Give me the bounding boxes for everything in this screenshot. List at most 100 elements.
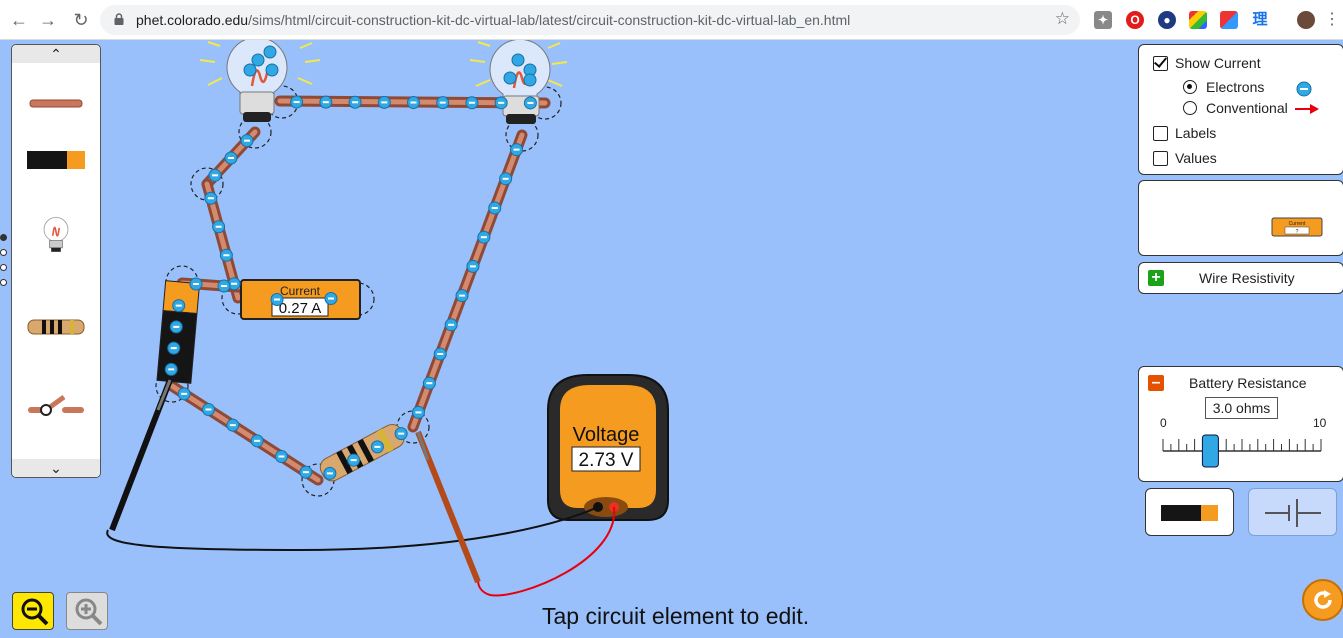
address-bar[interactable]: phet.colorado.edu/sims/html/circuit-cons…: [100, 5, 1080, 35]
dictionary-extension-icon[interactable]: 理: [1251, 11, 1269, 29]
electron-minus: [207, 197, 214, 200]
battery-icon: [1161, 505, 1218, 521]
battery-resistance-value: 3.0 ohms: [1205, 397, 1278, 419]
reset-all-button[interactable]: [1302, 579, 1343, 621]
zoom-in-button[interactable]: [66, 592, 108, 630]
zoom-in-icon: [75, 598, 103, 626]
electrons-label: Electrons: [1206, 79, 1265, 95]
electron-minus: [231, 282, 238, 285]
electron-minus: [278, 455, 285, 458]
electron-minus: [502, 177, 509, 180]
page-dot[interactable]: [0, 279, 7, 286]
electrons-radio[interactable]: [1183, 80, 1197, 94]
collapse-minus-icon[interactable]: –: [1148, 375, 1164, 391]
battery-resistance-slider[interactable]: [1157, 429, 1327, 469]
electron-minus: [173, 325, 180, 328]
toolbox-down-button[interactable]: ⌄: [12, 459, 100, 477]
mini-ammeter-title: Current: [1289, 221, 1306, 227]
red-probe[interactable]: [415, 430, 481, 584]
zoom-out-button[interactable]: [12, 592, 54, 630]
electron-minus: [254, 439, 261, 442]
page-dot[interactable]: [0, 264, 7, 271]
electron-minus: [498, 101, 505, 104]
labels-checkbox[interactable]: [1153, 125, 1168, 141]
pdf-extension-icon[interactable]: ✦: [1094, 11, 1112, 29]
ammeter-value: 0.27 A: [279, 300, 322, 317]
color-extension-icon[interactable]: [1189, 11, 1207, 29]
battery-resistance-label: Battery Resistance: [1189, 375, 1307, 391]
conventional-label: Conventional: [1206, 100, 1288, 116]
page-dot[interactable]: [0, 249, 7, 256]
electron-minus: [175, 304, 182, 307]
wire-resistivity-panel[interactable]: + Wire Resistivity: [1138, 262, 1343, 294]
electron-minus: [228, 157, 234, 159]
electron-minus: [459, 294, 466, 297]
wire-icon[interactable]: [26, 85, 86, 125]
profile-avatar[interactable]: [1297, 11, 1315, 29]
hint-text: Tap circuit element to edit.: [542, 603, 810, 629]
values-checkbox[interactable]: [1153, 150, 1168, 166]
battery-resistance-panel: – Battery Resistance 3.0 ohms 0 10: [1138, 366, 1343, 482]
wire: [169, 383, 321, 483]
voltmeter[interactable]: Voltage 2.73 V: [547, 374, 669, 521]
url-text: phet.colorado.edu/sims/html/circuit-cons…: [136, 12, 851, 28]
lifelike-view-button[interactable]: [1145, 488, 1234, 536]
black-probe-lead: [106, 506, 599, 552]
reload-icon[interactable]: ↻: [70, 9, 92, 31]
conventional-option[interactable]: Conventional: [1183, 100, 1288, 116]
lightbulb[interactable]: [199, 40, 321, 122]
lightbulb[interactable]: [469, 40, 568, 124]
translate-extension-icon[interactable]: [1220, 11, 1238, 29]
labels-toggle[interactable]: Labels: [1153, 125, 1216, 141]
wire-resistivity-label: Wire Resistivity: [1199, 270, 1295, 286]
current-display-panel: Show Current Electrons Conventional Labe…: [1138, 44, 1343, 175]
values-toggle[interactable]: Values: [1153, 150, 1217, 166]
black-probe[interactable]: [109, 378, 173, 532]
conventional-arrow-icon: [1295, 104, 1319, 114]
labels-label: Labels: [1175, 125, 1217, 141]
electron-minus: [215, 225, 222, 228]
electron: [265, 63, 279, 77]
schematic-view-button[interactable]: [1248, 488, 1337, 536]
electron: [263, 45, 277, 59]
ammeter[interactable]: Current 0.27 A: [240, 279, 361, 320]
lightbulb-icon[interactable]: [26, 215, 86, 255]
screen-extension-icon[interactable]: ●: [1158, 11, 1176, 29]
forward-icon[interactable]: →: [37, 9, 59, 31]
battery-icon[interactable]: [26, 141, 86, 181]
conventional-radio[interactable]: [1183, 101, 1197, 115]
resistor-icon[interactable]: [26, 307, 86, 347]
expand-plus-icon[interactable]: +: [1148, 270, 1164, 286]
electron-minus: [221, 285, 227, 287]
show-current-label: Show Current: [1175, 55, 1261, 71]
mini-ammeter-tool[interactable]: Current ?: [1271, 217, 1323, 237]
electron: [503, 71, 517, 85]
page-dot[interactable]: [0, 234, 7, 241]
electron-minus: [437, 353, 444, 355]
electrons-option[interactable]: Electrons: [1183, 79, 1264, 95]
electron-minus: [410, 101, 417, 104]
electron-minus: [491, 207, 498, 209]
back-icon[interactable]: ←: [8, 9, 30, 31]
electron: [251, 53, 265, 67]
ammeter-title: Current: [280, 284, 321, 298]
electron-minus: [381, 101, 388, 104]
electron-minus: [293, 101, 300, 104]
component-toolbox: ⌃ ⌄: [11, 44, 101, 478]
electron-minus: [469, 265, 476, 268]
electron: [523, 73, 537, 87]
electron-minus: [468, 101, 475, 104]
switch-icon[interactable]: [26, 387, 86, 427]
toolbox-up-button[interactable]: ⌃: [12, 45, 100, 63]
slider-max-label: 10: [1313, 416, 1327, 430]
show-current-checkbox[interactable]: [1153, 55, 1168, 71]
bookmark-star-icon[interactable]: ☆: [1055, 9, 1070, 29]
voltmeter-value: 2.73 V: [579, 450, 634, 471]
show-current-toggle[interactable]: Show Current: [1153, 55, 1261, 71]
electron-minus: [244, 139, 250, 142]
adblock-extension-icon[interactable]: O: [1126, 11, 1144, 29]
schematic-battery-icon: [1265, 499, 1321, 527]
electron-minus: [398, 432, 405, 435]
menu-dots-icon[interactable]: ⋮: [1321, 9, 1343, 31]
electron-minus: [439, 101, 446, 104]
